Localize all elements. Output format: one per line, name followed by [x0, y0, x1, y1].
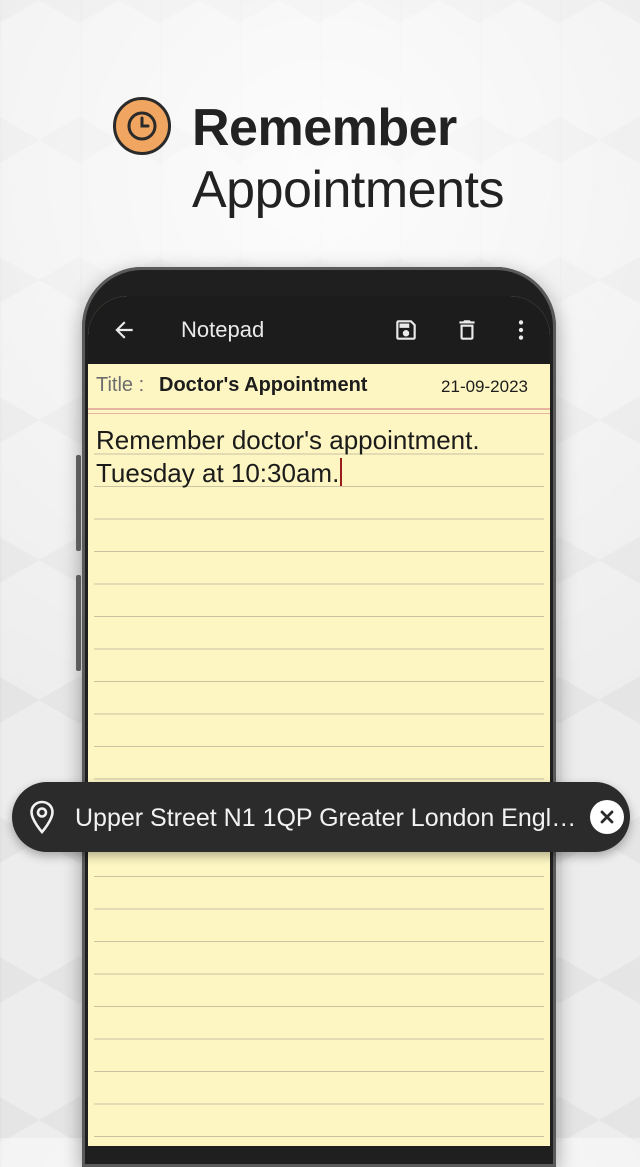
save-icon[interactable]	[390, 314, 422, 346]
phone-power-button	[76, 575, 81, 671]
note-date: 21-09-2023	[441, 377, 528, 396]
note-title-row: Title : Doctor's Appointment 21-09-2023	[88, 364, 550, 414]
delete-icon[interactable]	[451, 314, 483, 346]
clock-icon	[113, 97, 171, 155]
title-label: Title :	[96, 374, 145, 396]
note-body-text: Remember doctor's appointment. Tuesday a…	[96, 425, 480, 488]
more-vert-icon[interactable]	[505, 314, 537, 346]
phone-volume-button	[76, 455, 81, 551]
promo-subtitle: Appointments	[192, 161, 504, 219]
promo-title: Remember	[192, 99, 457, 157]
back-arrow-icon[interactable]	[108, 314, 140, 346]
location-chip[interactable]: Upper Street N1 1QP Greater London Engla…	[12, 782, 630, 852]
close-icon[interactable]	[590, 800, 624, 834]
note-body-editor[interactable]: Remember doctor's appointment. Tuesday a…	[96, 424, 536, 490]
promo-header: Remember Appointments	[0, 0, 640, 240]
app-title: Notepad	[181, 317, 265, 342]
location-text: Upper Street N1 1QP Greater London Engla…	[75, 804, 580, 832]
location-pin-icon	[29, 800, 55, 839]
phone-screen: Notepad Title : Doctor's Appointment 21-…	[88, 296, 550, 1146]
text-cursor	[340, 458, 343, 486]
note-title-field[interactable]: Doctor's Appointment	[159, 374, 367, 397]
app-bar: Notepad	[88, 296, 550, 364]
